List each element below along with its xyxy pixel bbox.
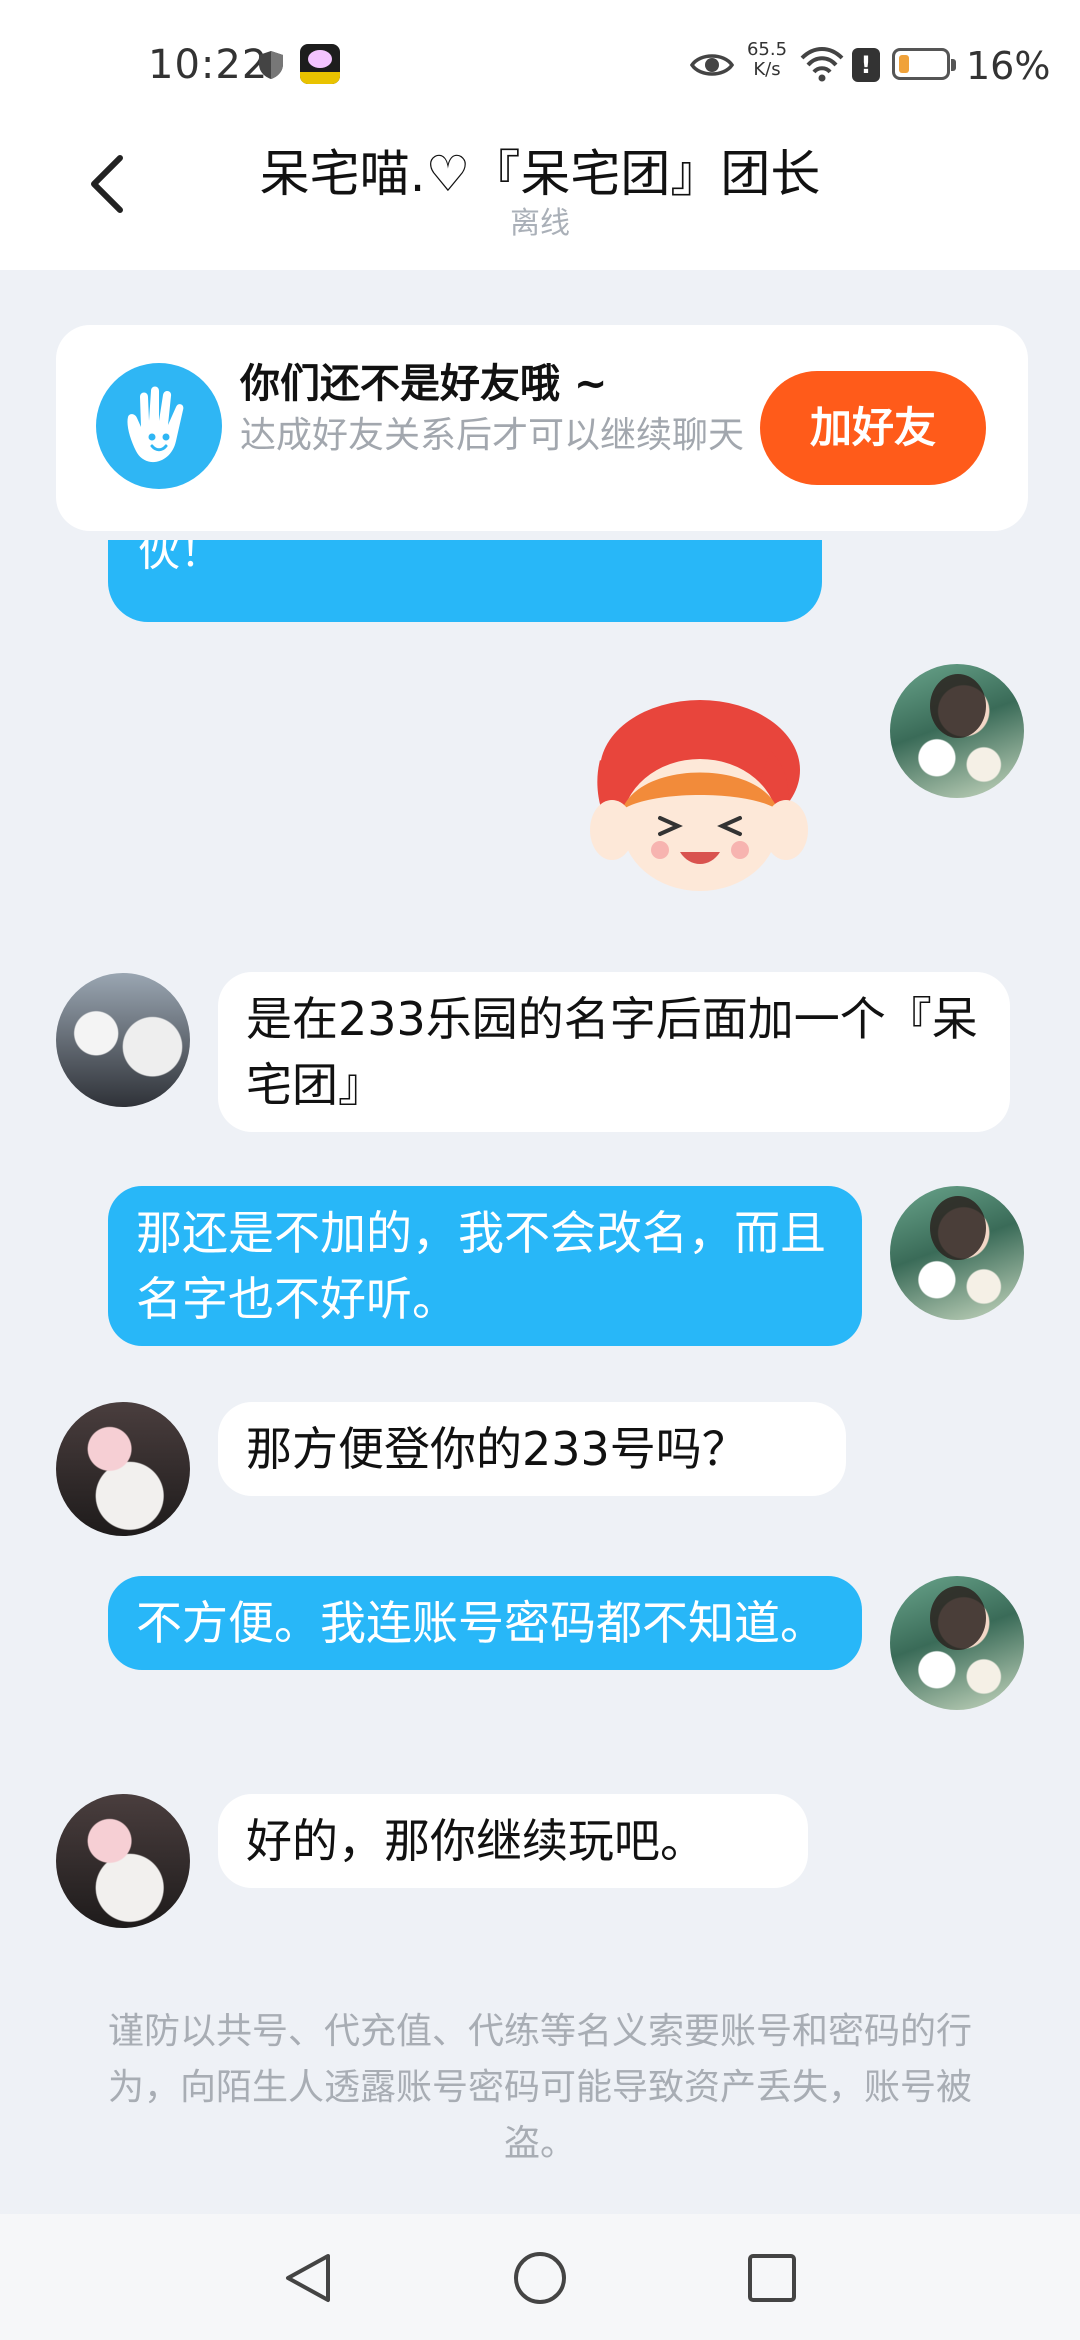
- battery-percent: 16%: [966, 44, 1051, 88]
- security-warning: 谨防以共号、代充值、代练等名义索要账号和密码的行为，向陌生人透露账号密码可能导致…: [107, 2011, 972, 2164]
- my-avatar[interactable]: [890, 664, 1024, 798]
- battery-icon: [892, 48, 956, 80]
- banner-subtitle: 达成好友关系后才可以继续聊天: [240, 415, 745, 456]
- status-time: 10:22: [148, 42, 269, 88]
- app-icon: [300, 44, 340, 84]
- recents-square-icon[interactable]: [742, 2248, 802, 2308]
- message-bubble-outgoing[interactable]: 伙！: [108, 540, 822, 622]
- add-friend-button[interactable]: 加好友: [760, 371, 986, 485]
- wifi-icon: [800, 47, 844, 82]
- banner-title: 你们还不是好友哦 ~: [240, 361, 608, 407]
- online-status: 离线: [510, 206, 570, 241]
- message-bubble-incoming[interactable]: 好的，那你继续玩吧。: [218, 1794, 808, 1888]
- add-friend-banner: 你们还不是好友哦 ~ 达成好友关系后才可以继续聊天 加好友: [56, 325, 1028, 531]
- my-avatar[interactable]: [890, 1576, 1024, 1710]
- eye-icon: [690, 54, 734, 76]
- chat-title: 呆宅喵.♡『呆宅团』团长: [259, 145, 821, 203]
- message-text: 伙！: [138, 540, 223, 576]
- contact-avatar[interactable]: [56, 1794, 190, 1928]
- message-bubble-incoming[interactable]: 那方便登你的233号吗？: [218, 1402, 846, 1496]
- hand-icon: [96, 363, 222, 489]
- shield-icon: [259, 51, 283, 79]
- back-triangle-icon[interactable]: [278, 2248, 338, 2308]
- message-bubble-outgoing[interactable]: 不方便。我连账号密码都不知道。: [108, 1576, 862, 1670]
- contact-avatar[interactable]: [56, 973, 190, 1107]
- contact-avatar[interactable]: [56, 1402, 190, 1536]
- message-bubble-incoming[interactable]: 是在233乐园的名字后面加一个『呆宅团』: [218, 972, 1010, 1132]
- status-bar: 10:22 65.5 K/s ! 16%: [0, 0, 1080, 130]
- cartoon-girl-sticker[interactable]: [560, 690, 820, 900]
- system-nav-bar: [0, 2214, 1080, 2340]
- my-avatar[interactable]: [890, 1186, 1024, 1320]
- alert-icon: !: [852, 48, 880, 82]
- chat-header: 呆宅喵.♡『呆宅团』团长 离线: [0, 130, 1080, 270]
- message-bubble-outgoing[interactable]: 那还是不加的，我不会改名，而且名字也不好听。: [108, 1186, 862, 1346]
- net-speed: 65.5 K/s: [746, 39, 788, 80]
- home-circle-icon[interactable]: [510, 2248, 570, 2308]
